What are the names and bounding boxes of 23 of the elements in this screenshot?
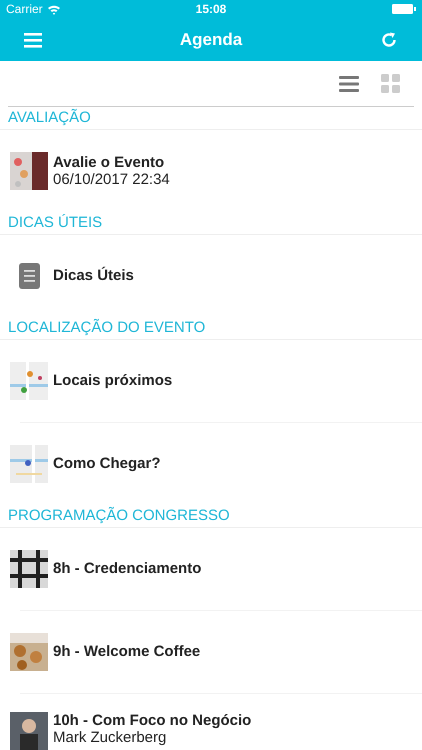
section-header: AVALIAÇÃO [8,109,91,126]
refresh-icon[interactable] [380,30,398,49]
item-title[interactable]: 9h - Welcome Coffee [53,643,200,660]
document-icon [18,262,40,289]
item-title[interactable]: Dicas Úteis [53,267,134,284]
item-subtitle: 06/10/2017 22:34 [53,170,170,188]
item-title[interactable]: Locais próximos [53,372,172,390]
item-subtitle: Mark Zuckerberg [53,728,168,746]
section-header: DICAS ÚTEIS [8,214,102,232]
section-header: LOCALIZAÇÃO DO EVENTO [8,319,206,336]
item-title[interactable]: Como Chegar? [53,455,161,472]
wifi-icon [46,4,61,15]
nav-title: Agenda [180,30,242,50]
carrier-label: Carrier [6,2,43,16]
menu-icon[interactable] [24,32,42,48]
battery-icon [392,4,416,14]
grid-view-icon[interactable] [381,74,400,94]
item-title[interactable]: 8h - Credenciamento [53,560,202,578]
item-title[interactable]: Avalie o Evento [53,154,170,171]
list-view-icon[interactable] [339,74,359,93]
item-title[interactable]: 10h - Com Foco no Negócio [53,712,252,729]
section-header: PROGRAMAÇÃO CONGRESSO [8,507,230,524]
status-time: 15:08 [196,2,226,16]
